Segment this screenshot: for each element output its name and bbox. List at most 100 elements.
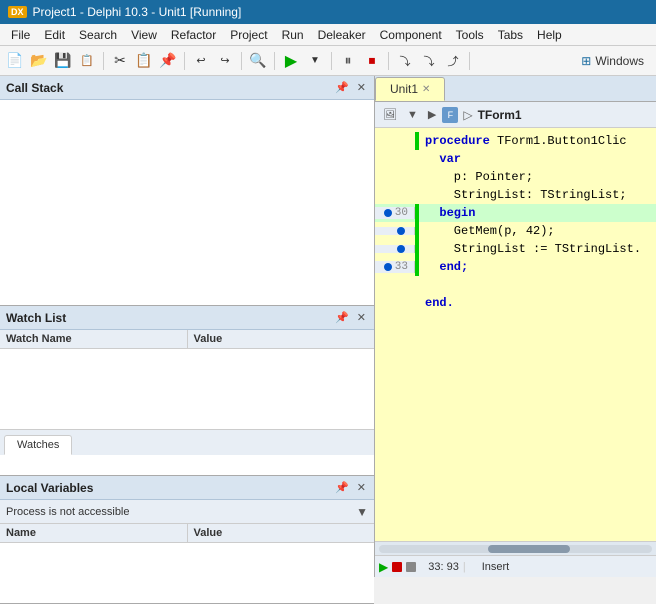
- editor-mode: Insert: [482, 561, 510, 573]
- local-vars-close-button[interactable]: ✕: [355, 480, 368, 495]
- stop-button[interactable]: ⏹: [361, 50, 383, 72]
- toolbar-sep-4: [274, 52, 275, 70]
- search-button[interactable]: 🔍: [247, 50, 269, 72]
- menu-refactor[interactable]: Refactor: [164, 26, 223, 44]
- step-over-button[interactable]: ⤵: [394, 50, 416, 72]
- line-code-4: StringList: TStringList;: [419, 186, 627, 204]
- local-vars-controls: 📌 ✕: [333, 480, 368, 495]
- scroll-track[interactable]: [379, 545, 652, 553]
- undo-button[interactable]: ↩: [190, 50, 212, 72]
- call-stack-controls: 📌 ✕: [333, 80, 368, 95]
- code-line-8: 33 end;: [375, 258, 656, 276]
- run-indicator-icon: ▶: [379, 560, 388, 574]
- local-vars-content: Process is not accessible ▼ Name Value: [0, 500, 374, 603]
- back-button[interactable]: 🖼: [379, 106, 401, 123]
- process-text: Process is not accessible: [6, 506, 130, 518]
- breakpoint-dot-8: [384, 263, 392, 271]
- cut-button[interactable]: ✂: [109, 50, 131, 72]
- line-code-2: var: [419, 150, 461, 168]
- menu-run[interactable]: Run: [275, 26, 311, 44]
- scroll-thumb[interactable]: [488, 545, 570, 553]
- watch-list-pin-button[interactable]: 📌: [333, 310, 351, 325]
- new-file-button[interactable]: 📄: [4, 50, 26, 72]
- call-stack-section: Call Stack 📌 ✕: [0, 76, 374, 306]
- process-chevron-icon[interactable]: ▼: [356, 505, 368, 519]
- step-into-button[interactable]: ⤵: [418, 50, 440, 72]
- gutter-6: [375, 227, 415, 235]
- watch-tabs: Watches: [0, 429, 374, 455]
- breadcrumb-sep: ▼: [403, 107, 422, 123]
- tab-unit1-close-icon[interactable]: ✕: [422, 84, 430, 95]
- gutter-7: [375, 245, 415, 253]
- menu-file[interactable]: File: [4, 26, 37, 44]
- local-vars-pin-button[interactable]: 📌: [333, 480, 351, 495]
- right-panel: Unit1 ✕ 🖼 ▼ ▶ F ▷ TForm1 procedure TForm…: [375, 76, 656, 577]
- redo-button[interactable]: ↪: [214, 50, 236, 72]
- green-bar-9: [415, 276, 419, 294]
- watch-list-controls: 📌 ✕: [333, 310, 368, 325]
- save-button[interactable]: 💾: [52, 50, 74, 72]
- open-button[interactable]: 📂: [28, 50, 50, 72]
- menu-tabs[interactable]: Tabs: [491, 26, 530, 44]
- watch-list-header: Watch List 📌 ✕: [0, 306, 374, 330]
- breakpoint-dot-6: [397, 227, 405, 235]
- dx-logo: DX: [8, 6, 27, 18]
- line-code-7: StringList := TStringList.: [419, 240, 641, 258]
- toolbar: 📄 📂 💾 📋 ✂ 📋 📌 ↩ ↪ 🔍 ▶ ▼ ⏸ ⏹ ⤵ ⤵ ⤴ ⊞ Wind…: [0, 46, 656, 76]
- forward-button[interactable]: ▶: [424, 106, 440, 123]
- menu-search[interactable]: Search: [72, 26, 124, 44]
- editor-scrollbar[interactable]: [375, 541, 656, 555]
- call-stack-content: [0, 100, 374, 305]
- status-sep: |: [463, 561, 466, 573]
- menu-help[interactable]: Help: [530, 26, 569, 44]
- form-icon: F: [442, 107, 458, 123]
- code-editor[interactable]: procedure TForm1.Button1Clic var p: Poin…: [375, 128, 656, 541]
- cursor-position: 33: 93: [428, 561, 459, 573]
- save-all-button[interactable]: 📋: [76, 50, 98, 72]
- watch-list-content: Watch Name Value Watches: [0, 330, 374, 475]
- local-vars-title: Local Variables: [6, 481, 93, 495]
- code-line-1: procedure TForm1.Button1Clic: [375, 132, 656, 150]
- breakpoint-dot-5: [384, 209, 392, 217]
- call-stack-pin-button[interactable]: 📌: [333, 80, 351, 95]
- menu-component[interactable]: Component: [373, 26, 449, 44]
- call-stack-header: Call Stack 📌 ✕: [0, 76, 374, 100]
- main-layout: Call Stack 📌 ✕ Watch List 📌 ✕ Watch Name: [0, 76, 656, 577]
- toolbar-sep-1: [103, 52, 104, 70]
- editor-toolbar: 🖼 ▼ ▶ F ▷ TForm1: [375, 102, 656, 128]
- paste-button[interactable]: 📌: [157, 50, 179, 72]
- menu-project[interactable]: Project: [223, 26, 274, 44]
- process-bar: Process is not accessible ▼: [0, 500, 374, 524]
- watch-col-name: Watch Name: [0, 330, 188, 348]
- toolbar-sep-3: [241, 52, 242, 70]
- code-content: procedure TForm1.Button1Clic var p: Poin…: [375, 128, 656, 316]
- windows-area: ⊞ Windows: [581, 54, 652, 68]
- watches-tab[interactable]: Watches: [4, 435, 72, 455]
- vars-col-name: Name: [0, 524, 188, 542]
- run-button[interactable]: ▶: [280, 50, 302, 72]
- menu-view[interactable]: View: [124, 26, 164, 44]
- menu-tools[interactable]: Tools: [449, 26, 491, 44]
- copy-button[interactable]: 📋: [133, 50, 155, 72]
- breakpoint-dot-7: [397, 245, 405, 253]
- call-stack-close-button[interactable]: ✕: [355, 80, 368, 95]
- step-out-button[interactable]: ⤴: [442, 50, 464, 72]
- line-code-8: end;: [419, 258, 468, 276]
- windows-label: Windows: [595, 54, 644, 68]
- code-line-10: end.: [375, 294, 656, 312]
- left-panel: Call Stack 📌 ✕ Watch List 📌 ✕ Watch Name: [0, 76, 375, 577]
- tab-unit1[interactable]: Unit1 ✕: [375, 77, 445, 101]
- watch-list-close-button[interactable]: ✕: [355, 310, 368, 325]
- tab-unit1-label: Unit1: [390, 82, 418, 96]
- pause-button[interactable]: ⏸: [337, 50, 359, 72]
- line-code-5: begin: [419, 204, 475, 222]
- line-code-3: p: Pointer;: [419, 168, 533, 186]
- menu-deleaker[interactable]: Deleaker: [311, 26, 373, 44]
- menu-edit[interactable]: Edit: [37, 26, 72, 44]
- call-stack-title: Call Stack: [6, 81, 63, 95]
- toolbar-sep-7: [469, 52, 470, 70]
- line-code-6: GetMem(p, 42);: [419, 222, 555, 240]
- line-code-10: end.: [419, 294, 454, 312]
- local-vars-header: Local Variables 📌 ✕: [0, 476, 374, 500]
- run-dropdown-button[interactable]: ▼: [304, 50, 326, 72]
